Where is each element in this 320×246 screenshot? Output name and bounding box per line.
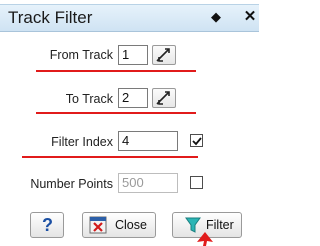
dialog-title: Track Filter bbox=[8, 8, 93, 27]
help-icon: ? bbox=[42, 215, 53, 235]
filter-index-input[interactable]: 4 bbox=[118, 131, 178, 151]
annotation-underline bbox=[22, 156, 198, 158]
cursor-arrow-icon bbox=[197, 232, 213, 246]
checkmark-icon bbox=[192, 137, 202, 146]
filter-button-label: Filter bbox=[206, 218, 234, 232]
title-bar: Track Filter ◆ ✕ bbox=[0, 4, 259, 32]
title-close-button[interactable]: ✕ bbox=[242, 8, 258, 26]
close-button-label: Close bbox=[115, 218, 147, 232]
number-points-label: Number Points bbox=[30, 177, 113, 191]
annotation-underline bbox=[36, 70, 196, 72]
number-points-input[interactable]: 500 bbox=[118, 173, 178, 193]
from-track-label: From Track bbox=[49, 48, 113, 62]
spinner-icon bbox=[156, 48, 170, 62]
close-button[interactable]: Close bbox=[82, 212, 156, 238]
number-points-checkbox[interactable] bbox=[190, 176, 203, 189]
to-track-spinner[interactable] bbox=[152, 88, 176, 108]
help-button[interactable]: ? bbox=[30, 212, 64, 238]
to-track-input[interactable]: 2 bbox=[118, 88, 148, 108]
track-filter-dialog: Track Filter ◆ ✕ From Track 1 To Track 2… bbox=[0, 0, 259, 246]
pin-menu-button[interactable]: ◆ bbox=[206, 8, 226, 26]
to-track-label: To Track bbox=[65, 92, 113, 106]
close-icon bbox=[89, 216, 107, 234]
annotation-underline bbox=[36, 112, 196, 114]
filter-index-label: Filter Index bbox=[51, 135, 113, 149]
spinner-icon bbox=[156, 91, 170, 105]
from-track-input[interactable]: 1 bbox=[118, 45, 148, 65]
filter-index-checkbox[interactable] bbox=[190, 134, 203, 147]
from-track-spinner[interactable] bbox=[152, 45, 176, 65]
